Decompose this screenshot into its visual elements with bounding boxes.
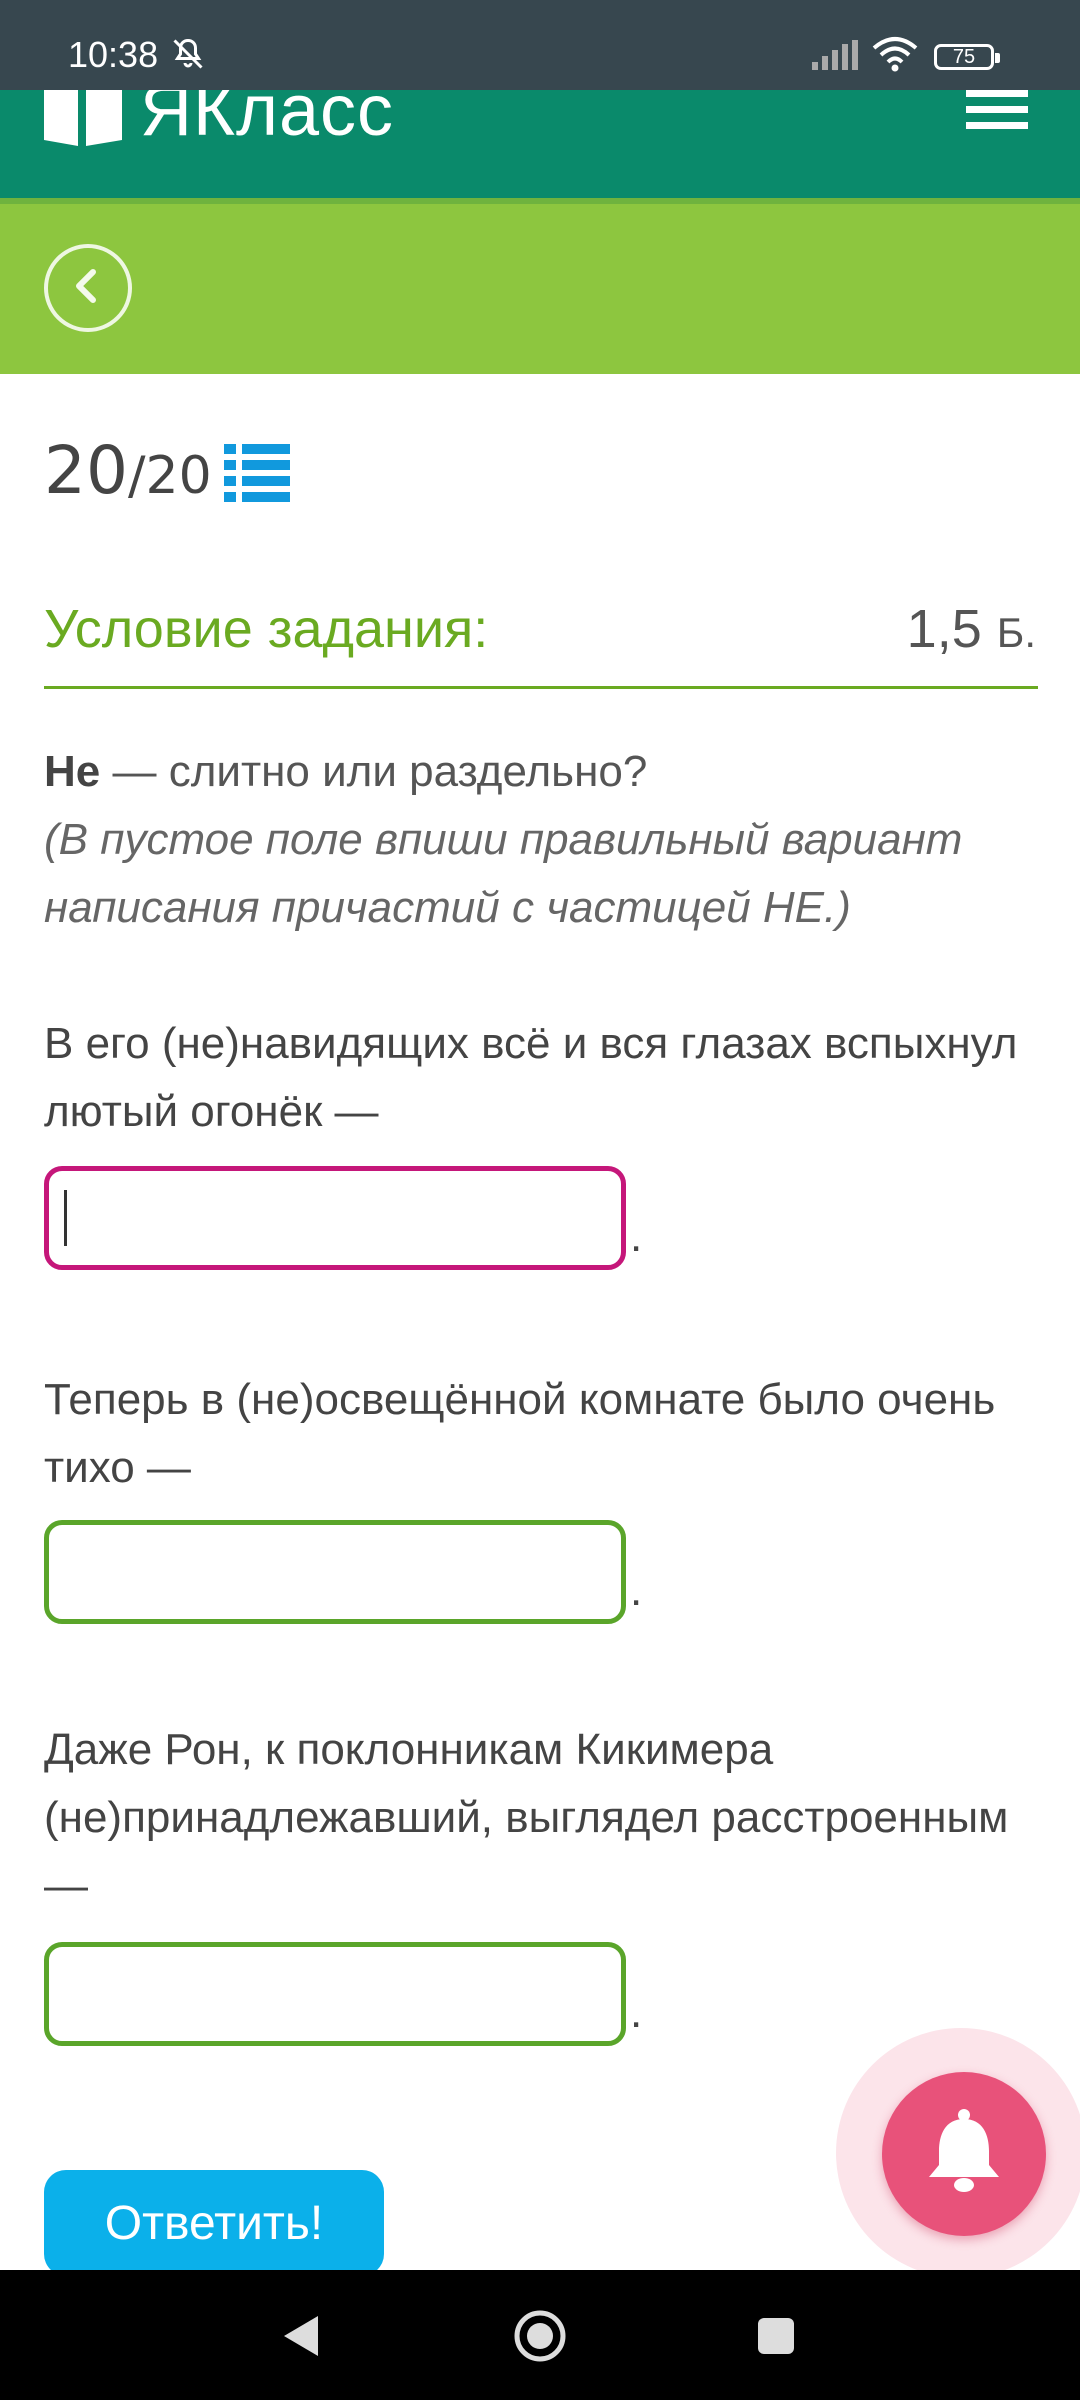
hamburger-menu-icon[interactable] bbox=[966, 90, 1028, 143]
question-text: Теперь в (не)освещённой комнате было оче… bbox=[44, 1375, 996, 1492]
submit-button[interactable]: Ответить! bbox=[44, 2170, 384, 2276]
answer-trail: . bbox=[630, 1988, 643, 2037]
answer-trail: . bbox=[630, 1212, 643, 1261]
instruction-bold: Не bbox=[44, 747, 101, 796]
answer-trail: . bbox=[630, 1566, 643, 1615]
points-value: 1,5 bbox=[906, 599, 982, 659]
question-counter: 20/20 bbox=[44, 432, 290, 509]
answer-input[interactable] bbox=[44, 1520, 626, 1624]
instruction-hint: (В пустое поле впиши правильный вариант … bbox=[44, 815, 963, 932]
total-questions: /20 bbox=[127, 446, 212, 506]
answer-row: . bbox=[44, 1942, 642, 2046]
task-points: 1,5 Б. bbox=[907, 598, 1036, 660]
mute-icon bbox=[170, 36, 206, 77]
list-icon[interactable] bbox=[224, 444, 290, 506]
back-triangle-icon[interactable] bbox=[280, 2314, 320, 2363]
text-cursor bbox=[64, 1190, 67, 1246]
wifi-icon bbox=[872, 36, 918, 77]
points-unit: Б. bbox=[996, 609, 1036, 656]
book-icon bbox=[44, 90, 124, 153]
system-nav-bar bbox=[0, 2270, 1080, 2400]
signal-icon bbox=[812, 40, 862, 75]
answer-input[interactable] bbox=[44, 1942, 626, 2046]
back-button[interactable] bbox=[44, 244, 132, 332]
sub-header bbox=[0, 204, 1080, 374]
title-divider bbox=[44, 686, 1038, 689]
current-question: 20 bbox=[44, 432, 128, 509]
recents-square-icon[interactable] bbox=[756, 2316, 796, 2361]
instruction-text: — слитно или раздельно? bbox=[100, 747, 648, 796]
brand-name: ЯКласс bbox=[140, 90, 394, 151]
chevron-left-icon bbox=[68, 266, 108, 311]
notification-button[interactable] bbox=[882, 2072, 1046, 2236]
answer-row: . bbox=[44, 1520, 642, 1624]
question-text: В его (не)навидящих всё и вся глазах всп… bbox=[44, 1019, 1018, 1136]
answer-input[interactable] bbox=[44, 1166, 626, 1270]
status-time: 10:38 bbox=[68, 34, 159, 75]
answer-row: . bbox=[44, 1166, 642, 1270]
battery-indicator: 75 bbox=[934, 44, 1000, 70]
app-header: ЯКласс bbox=[0, 90, 1080, 198]
task-instruction: Не — слитно или раздельно? (В пустое пол… bbox=[44, 738, 1034, 942]
status-bar: 10:38 75 bbox=[0, 0, 1080, 90]
task-title: Условие задания: bbox=[44, 599, 489, 659]
bell-icon bbox=[921, 2107, 1007, 2202]
home-circle-icon[interactable] bbox=[512, 2308, 568, 2369]
question-text: Даже Рон, к поклонникам Кикимера (не)при… bbox=[44, 1725, 1009, 1910]
